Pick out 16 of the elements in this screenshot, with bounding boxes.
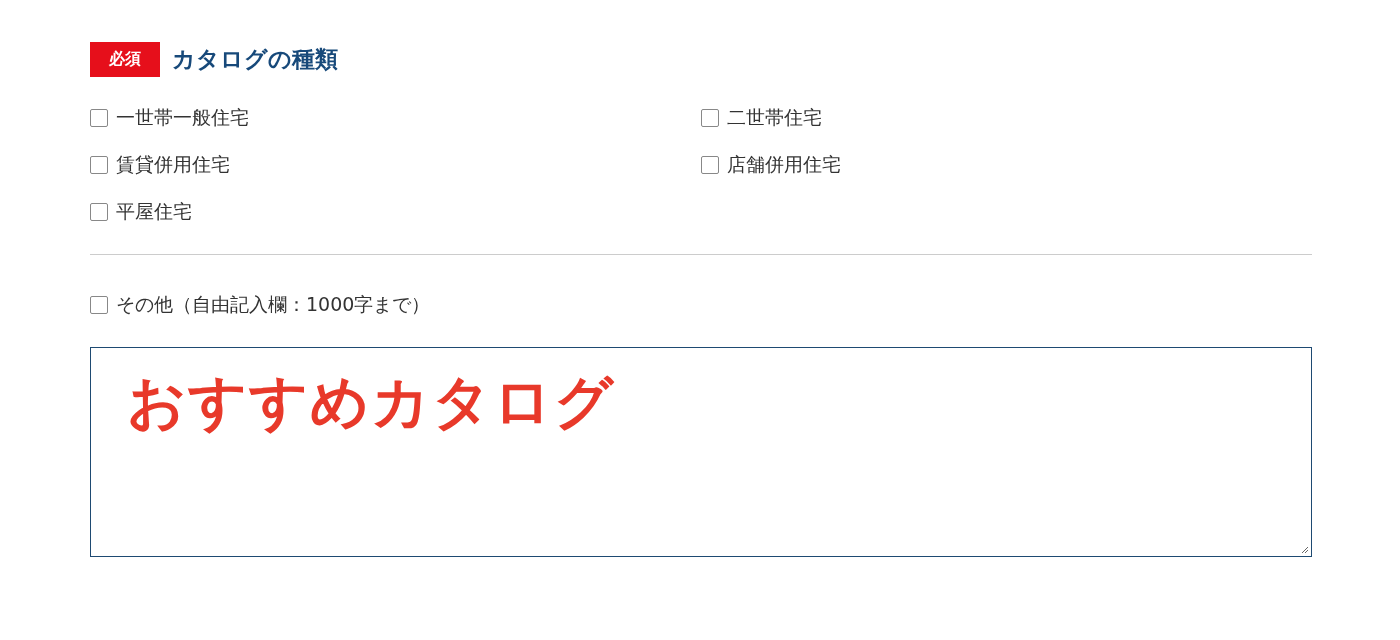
checkbox[interactable] xyxy=(701,156,719,174)
checkbox-label: 二世帯住宅 xyxy=(727,105,822,130)
checkbox[interactable] xyxy=(90,203,108,221)
required-badge: 必須 xyxy=(90,42,160,77)
checkbox-label: 一世帯一般住宅 xyxy=(116,105,249,130)
checkbox-label: 店舗併用住宅 xyxy=(727,152,841,177)
section-title: カタログの種類 xyxy=(172,45,338,74)
resize-grip-icon[interactable] xyxy=(1300,545,1309,554)
checkbox[interactable] xyxy=(90,296,108,314)
checkbox-label: その他（自由記入欄：1000字まで） xyxy=(116,292,431,317)
answer-box[interactable]: おすすめカタログ xyxy=(90,347,1312,557)
checkbox-label: 平屋住宅 xyxy=(116,199,192,224)
checkbox[interactable] xyxy=(90,109,108,127)
checkbox[interactable] xyxy=(701,109,719,127)
checkbox-label: 賃貸併用住宅 xyxy=(116,152,230,177)
checkbox[interactable] xyxy=(90,156,108,174)
